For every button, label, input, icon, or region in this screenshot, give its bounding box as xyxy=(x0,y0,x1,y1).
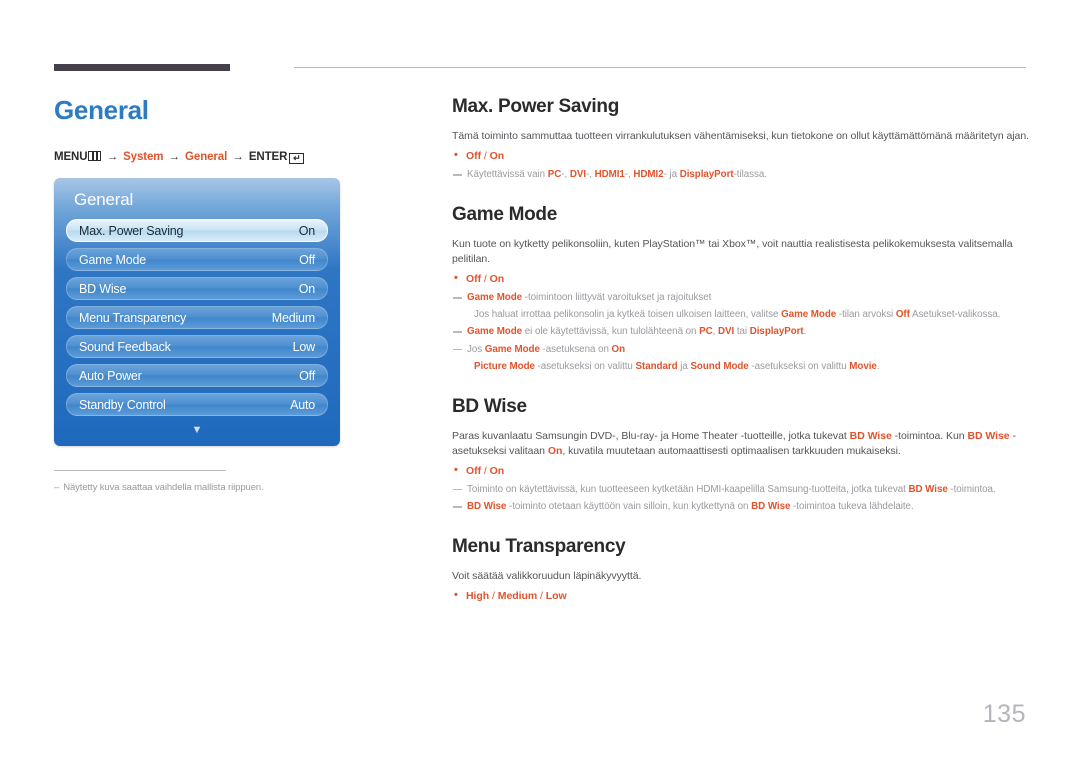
section-body: Kun tuote on kytketty pelikonsoliin, kut… xyxy=(452,238,1013,266)
header-rule-thick xyxy=(54,64,230,71)
menu-grid-icon xyxy=(88,150,102,161)
breadcrumb-enter-label: ENTER xyxy=(248,150,288,163)
section-option: Off / On xyxy=(452,149,1030,162)
breadcrumb-menu-label: MENU xyxy=(54,150,88,163)
breadcrumb-arrow-3: → xyxy=(232,150,244,163)
section-option: Off / On xyxy=(452,272,1030,285)
footnote-divider xyxy=(54,470,226,471)
section-bd-wise: BD Wise Paras kuvanlaatu Samsungin DVD-,… xyxy=(452,396,1030,514)
breadcrumb-step-general[interactable]: General xyxy=(185,151,227,163)
breadcrumb-step-system[interactable]: System xyxy=(123,151,163,163)
osd-row[interactable]: BD Wise On xyxy=(66,277,328,301)
osd-row[interactable]: Max. Power Saving On xyxy=(66,219,328,243)
right-column: Max. Power Saving Tämä toiminto sammutta… xyxy=(452,96,1030,608)
osd-row-value: Off xyxy=(299,252,315,267)
breadcrumb-arrow-1: → xyxy=(106,150,119,163)
section-note-continued: Picture Mode -asetukseksi on valittu Sta… xyxy=(474,360,880,372)
footnote-text: – Näytetty kuva saattaa vaihdella mallist… xyxy=(54,482,374,493)
osd-row-label: BD Wise xyxy=(79,281,127,296)
osd-row-value: On xyxy=(298,223,315,238)
osd-row-value: Low xyxy=(292,339,316,354)
osd-row-label: Sound Feedback xyxy=(79,339,171,354)
section-title: Menu Transparency xyxy=(452,536,626,558)
section-title: Game Mode xyxy=(452,204,557,226)
section-title: BD Wise xyxy=(452,395,527,417)
section-note: Game Mode -toimintoon liittyvät varoituk… xyxy=(452,291,1030,305)
section-note: Toiminto on käytettävissä, kun tuotteese… xyxy=(452,483,1030,497)
section-note: Käytettävissä vain PC-, DVI-, HDMI1-, HD… xyxy=(452,168,1030,182)
chevron-down-icon[interactable]: ▼ xyxy=(66,422,328,436)
section-body: Tämä toiminto sammuttaa tuotteen virrank… xyxy=(452,130,1029,142)
osd-row[interactable]: Menu Transparency Medium xyxy=(66,306,328,330)
osd-panel: General Max. Power Saving On Game Mode O… xyxy=(54,178,340,447)
section-note-continued: Jos haluat irrottaa pelikonsolin ja kytk… xyxy=(474,309,1001,321)
enter-key-icon: ↵ xyxy=(289,153,305,165)
section-menu-transparency: Menu Transparency Voit säätää valikkoruu… xyxy=(452,536,1030,602)
breadcrumb: MENU → System → General → ENTER ↵ xyxy=(54,150,404,165)
osd-row-list: Max. Power Saving On Game Mode Off BD Wi… xyxy=(66,219,328,417)
section-note: Game Mode ei ole käytettävissä, kun tulo… xyxy=(452,325,1030,339)
osd-row-label: Game Mode xyxy=(79,252,146,267)
section-note: Jos Game Mode -asetuksena on On xyxy=(452,343,1030,357)
osd-panel-title: General xyxy=(74,190,134,210)
osd-row-label: Standby Control xyxy=(79,397,166,412)
osd-row-value: Medium xyxy=(271,310,315,325)
section-option: High / Medium / Low xyxy=(452,589,1030,602)
section-title: Max. Power Saving xyxy=(452,96,620,117)
osd-row-value: Auto xyxy=(290,397,315,412)
header-rules xyxy=(54,64,1026,72)
footnote-dash: – xyxy=(54,482,60,493)
section-option: Off / On xyxy=(452,464,1030,477)
osd-row-label: Max. Power Saving xyxy=(79,223,184,238)
section-body: Voit säätää valikkoruudun läpinäkyvyyttä… xyxy=(452,570,642,583)
header-rule-thin xyxy=(294,67,1026,68)
osd-row-value: Off xyxy=(299,368,315,383)
left-column: General MENU → System → General → ENTER ↵… xyxy=(54,95,404,447)
breadcrumb-arrow-2: → xyxy=(168,150,181,163)
osd-row-label: Auto Power xyxy=(79,368,142,383)
section-note: BD Wise -toiminto otetaan käyttöön vain … xyxy=(452,500,1030,514)
osd-row[interactable]: Auto Power Off xyxy=(66,364,328,388)
page-number: 135 xyxy=(982,700,1026,728)
osd-row[interactable]: Sound Feedback Low xyxy=(66,335,328,359)
section-max-power-saving: Max. Power Saving Tämä toiminto sammutta… xyxy=(452,96,1030,182)
page-title: General xyxy=(54,95,149,125)
osd-row-value: On xyxy=(298,281,315,296)
osd-row[interactable]: Standby Control Auto xyxy=(66,393,328,417)
footnote-body: Näytetty kuva saattaa vaihdella mallista… xyxy=(63,482,264,493)
section-body: Paras kuvanlaatu Samsungin DVD-, Blu-ray… xyxy=(452,429,1016,457)
left-footnote: – Näytetty kuva saattaa vaihdella mallist… xyxy=(54,470,374,493)
osd-row-label: Menu Transparency xyxy=(79,310,187,325)
section-game-mode: Game Mode Kun tuote on kytketty pelikons… xyxy=(452,204,1030,374)
osd-row[interactable]: Game Mode Off xyxy=(66,248,328,272)
